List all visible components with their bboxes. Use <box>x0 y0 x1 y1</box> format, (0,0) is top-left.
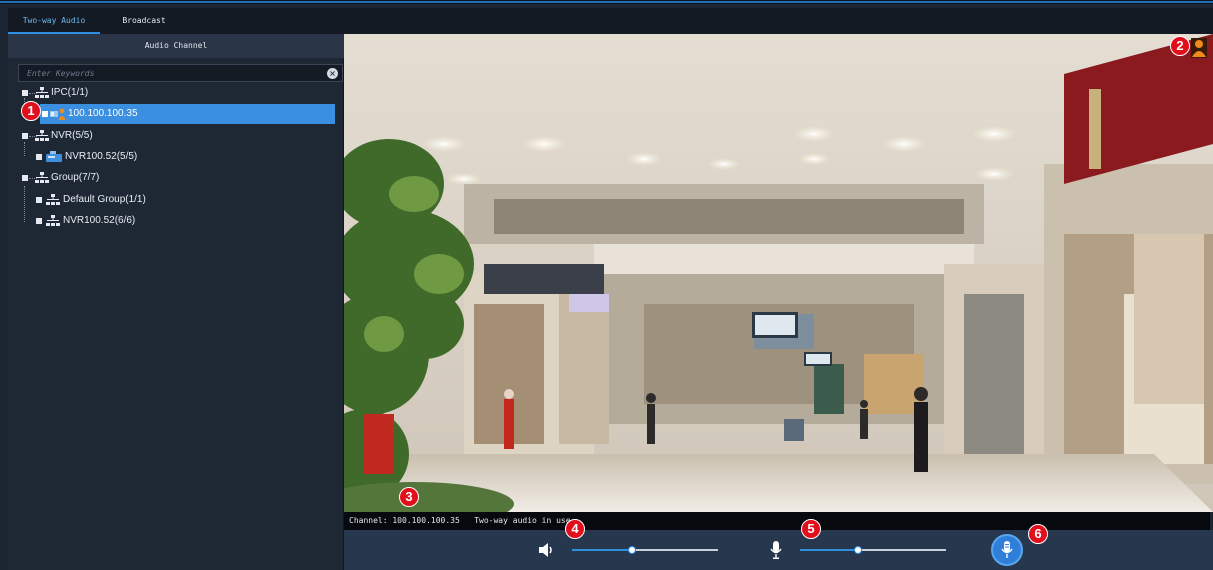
network-tree-icon <box>46 215 60 226</box>
channel-status-text: Channel: 100.100.100.35 Two-way audio in… <box>344 512 1210 530</box>
tree-label-default-group: Default Group(1/1) <box>63 194 146 205</box>
camera-speaking-icon <box>50 108 66 120</box>
talk-button[interactable] <box>991 534 1023 566</box>
tree-node-group[interactable]: Group(7/7) <box>20 168 340 188</box>
nvr-icon <box>46 151 62 162</box>
clear-search-icon[interactable]: × <box>327 68 338 79</box>
keyword-search: × <box>18 64 343 82</box>
tree-connector <box>24 186 25 222</box>
tree-label-nvr-device: NVR100.52(5/5) <box>65 151 138 162</box>
tree-node-default-group[interactable]: Default Group(1/1) <box>34 190 334 210</box>
tree-node-group-nvr[interactable]: NVR100.52(6/6) <box>34 211 334 231</box>
tree-label-group-nvr: NVR100.52(6/6) <box>63 215 136 226</box>
expand-toggle-icon[interactable] <box>22 90 28 96</box>
expand-toggle-icon[interactable] <box>36 154 42 160</box>
mic-volume-slider[interactable] <box>800 546 946 554</box>
microphone-icon[interactable] <box>770 541 782 559</box>
tree-node-nvr[interactable]: NVR(5/5) <box>20 126 340 146</box>
mic-volume-fill <box>800 549 858 551</box>
two-way-audio-window: Two-way Audio Broadcast Audio Channel × … <box>0 0 1213 570</box>
tree-node-ipc[interactable]: IPC(1/1) <box>20 83 340 103</box>
tab-bar: Two-way Audio Broadcast <box>8 8 1213 34</box>
tab-two-way-audio[interactable]: Two-way Audio <box>8 8 100 34</box>
callout-badge: 1 <box>21 101 41 121</box>
speaking-person-icon[interactable] <box>1191 38 1207 58</box>
audio-channel-title: Audio Channel <box>8 34 344 58</box>
callout-badge: 3 <box>399 487 419 507</box>
expand-toggle-icon[interactable] <box>22 133 28 139</box>
top-strip <box>0 0 1213 4</box>
tree-node-nvr-device[interactable]: NVR100.52(5/5) <box>34 147 334 167</box>
callout-badge: 4 <box>565 519 585 539</box>
audio-channel-panel: Audio Channel × IPC(1/1) <box>8 34 344 570</box>
video-frame <box>344 34 1213 512</box>
speaker-volume-fill <box>572 549 632 551</box>
live-video-view[interactable] <box>344 34 1213 512</box>
tree-node-ipc-device[interactable]: 100.100.100.35 <box>40 104 335 124</box>
network-tree-icon <box>46 194 60 205</box>
expand-toggle-icon[interactable] <box>36 218 42 224</box>
device-marker-icon <box>42 111 48 117</box>
expand-toggle-icon[interactable] <box>22 175 28 181</box>
callout-badge: 5 <box>801 519 821 539</box>
network-tree-icon <box>35 130 49 141</box>
callout-badge: 6 <box>1028 524 1048 544</box>
expand-toggle-icon[interactable] <box>36 197 42 203</box>
tree-label-nvr: NVR(5/5) <box>51 130 93 141</box>
network-tree-icon <box>35 87 49 98</box>
speaker-icon[interactable] <box>539 543 555 557</box>
mic-volume-thumb[interactable] <box>854 546 862 554</box>
microphone-talk-icon <box>1001 541 1013 558</box>
audio-controls <box>344 530 1213 570</box>
tree-label-ipc: IPC(1/1) <box>51 87 89 98</box>
tree-label-group: Group(7/7) <box>51 172 100 183</box>
network-tree-icon <box>35 172 49 183</box>
top-accent-line <box>0 1 1213 3</box>
search-input[interactable] <box>27 66 317 80</box>
callout-badge: 2 <box>1170 36 1190 56</box>
speaker-volume-thumb[interactable] <box>628 546 636 554</box>
tab-broadcast[interactable]: Broadcast <box>100 8 188 34</box>
tree-label-ipc-device: 100.100.100.35 <box>68 108 138 119</box>
speaker-volume-slider[interactable] <box>572 546 718 554</box>
